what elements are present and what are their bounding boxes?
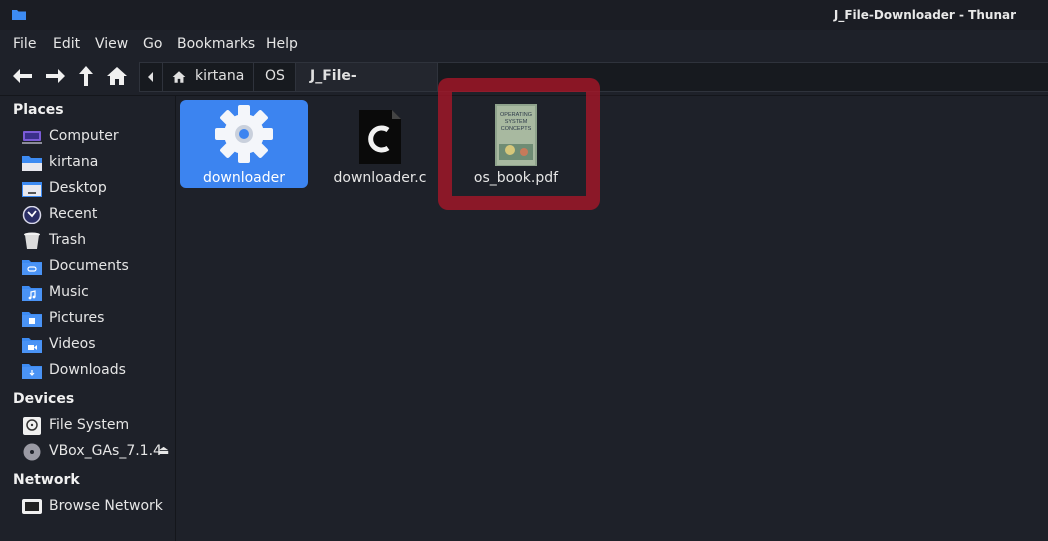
computer-icon: [22, 131, 42, 144]
sidebar-item-vbox-gas[interactable]: VBox_GAs_7.1.4 ⏏: [0, 440, 175, 464]
home-folder-icon: [22, 156, 42, 171]
sidebar-label: File System: [49, 417, 130, 433]
file-view: downloader downloader.c OPERATING SYSTEM…: [176, 96, 1048, 541]
sidebar-item-trash[interactable]: Trash: [0, 229, 175, 253]
recent-clock-icon: [22, 206, 42, 224]
crumb-os[interactable]: OS: [254, 63, 296, 91]
sidebar-item-kirtana[interactable]: kirtana: [0, 151, 175, 175]
back-button[interactable]: [12, 65, 34, 87]
forward-arrow-icon: [46, 69, 65, 83]
title-bar: J_File-Downloader - Thunar: [0, 0, 1048, 30]
videos-folder-icon: [22, 338, 42, 353]
crumb-label: OS: [265, 68, 285, 84]
network-icon: [22, 499, 42, 514]
crumb-j-file-downloader[interactable]: J_File-Downloader: [296, 63, 438, 111]
pictures-folder-icon: [22, 312, 42, 327]
sidebar-label: VBox_GAs_7.1.4: [49, 443, 162, 459]
music-folder-icon: [22, 286, 42, 301]
menu-view[interactable]: View: [95, 36, 128, 52]
downloads-folder-icon: [22, 364, 42, 379]
hard-drive-icon: [23, 417, 41, 435]
path-scroll-left-button[interactable]: [140, 63, 163, 91]
trash-icon: [24, 232, 40, 249]
sidebar-label: Downloads: [49, 362, 126, 378]
file-name: downloader: [202, 170, 286, 186]
sidebar-label: Desktop: [49, 180, 107, 196]
crumb-label: kirtana: [195, 68, 245, 84]
documents-folder-icon: [22, 260, 42, 275]
sidebar-label: Music: [49, 284, 89, 300]
menu-edit[interactable]: Edit: [53, 36, 80, 52]
places-heading: Places: [13, 102, 64, 118]
desktop-icon: [22, 182, 42, 197]
c-source-icon: [359, 110, 401, 164]
back-arrow-icon: [13, 69, 32, 83]
file-item-downloader-c[interactable]: downloader.c: [316, 100, 444, 188]
sidebar-item-recent[interactable]: Recent: [0, 203, 175, 227]
devices-heading: Devices: [13, 391, 75, 407]
sidebar-label: Trash: [49, 232, 86, 248]
annotation-highlight: [438, 78, 600, 210]
sidebar-label: Videos: [49, 336, 96, 352]
sidebar-item-downloads[interactable]: Downloads: [0, 359, 175, 383]
sidebar-label: Browse Network: [49, 498, 163, 514]
sidebar-item-browse-network[interactable]: Browse Network: [0, 495, 175, 519]
sidebar-item-desktop[interactable]: Desktop: [0, 177, 175, 201]
menu-file[interactable]: File: [13, 36, 36, 52]
optical-disc-icon: [23, 443, 41, 461]
network-heading: Network: [13, 472, 80, 488]
file-name: downloader.c: [333, 170, 427, 186]
sidebar-item-pictures[interactable]: Pictures: [0, 307, 175, 331]
forward-button[interactable]: [44, 65, 66, 87]
menu-bar: File Edit View Go Bookmarks Help: [0, 30, 1048, 58]
sidebar-label: Computer: [49, 128, 119, 144]
window-title: J_File-Downloader - Thunar: [833, 8, 1016, 22]
sidebar-item-music[interactable]: Music: [0, 281, 175, 305]
sidebar-label: Recent: [49, 206, 98, 222]
file-item-downloader[interactable]: downloader: [180, 100, 308, 188]
menu-bookmarks[interactable]: Bookmarks: [177, 36, 255, 52]
sidebar-item-documents[interactable]: Documents: [0, 255, 175, 279]
eject-icon[interactable]: ⏏: [158, 443, 169, 457]
gear-icon: [215, 105, 273, 163]
sidebar-item-file-system[interactable]: File System: [0, 414, 175, 438]
menu-help[interactable]: Help: [266, 36, 298, 52]
sidebar-label: kirtana: [49, 154, 99, 170]
home-icon: [107, 67, 127, 85]
home-button[interactable]: [106, 65, 128, 87]
menu-go[interactable]: Go: [143, 36, 162, 52]
sidebar-item-videos[interactable]: Videos: [0, 333, 175, 357]
sidebar-label: Documents: [49, 258, 129, 274]
up-arrow-icon: [79, 66, 93, 86]
sidebar-label: Pictures: [49, 310, 105, 326]
sidebar-item-computer[interactable]: Computer: [0, 125, 175, 149]
sidebar: Places Computer kirtana Desktop Recent T…: [0, 96, 176, 541]
chevron-left-icon: [148, 72, 153, 82]
crumb-kirtana[interactable]: kirtana: [162, 63, 254, 91]
folder-icon: [12, 10, 26, 20]
up-button[interactable]: [75, 65, 97, 87]
home-icon: [172, 71, 186, 83]
